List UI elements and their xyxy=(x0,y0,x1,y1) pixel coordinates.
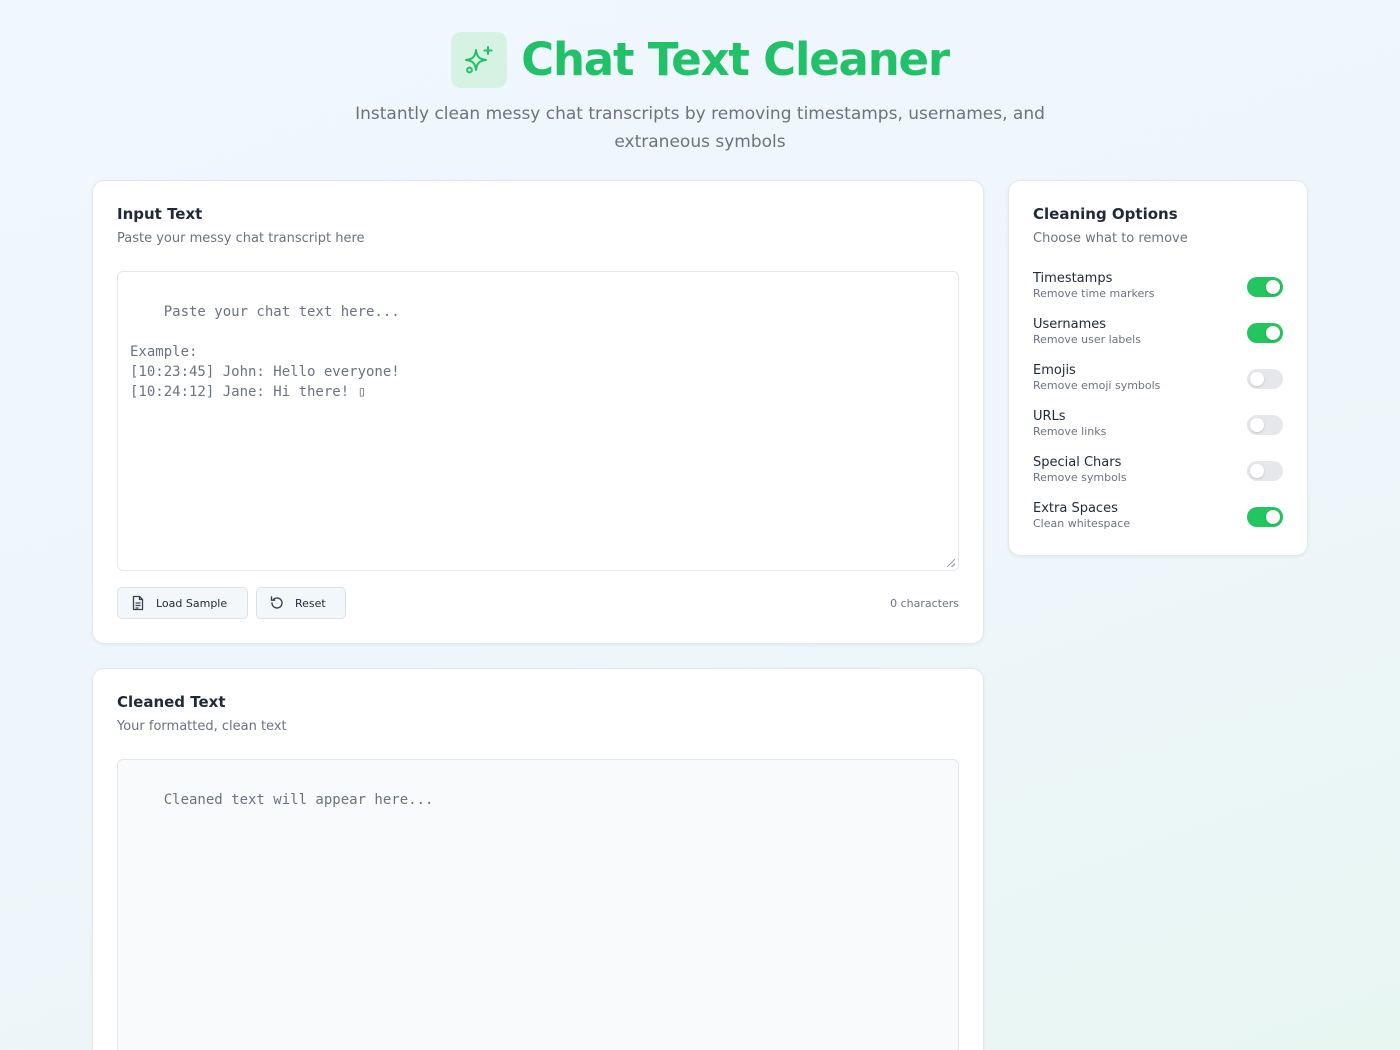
option-description: Remove user labels xyxy=(1033,333,1141,346)
toggle-timestamps[interactable] xyxy=(1247,277,1283,297)
app-subtitle: Instantly clean messy chat transcripts b… xyxy=(355,104,1045,152)
chat-input-placeholder: Paste your chat text here... Example: [1… xyxy=(130,304,400,400)
load-sample-button[interactable]: Load Sample xyxy=(117,587,248,619)
input-card-title: Input Text xyxy=(117,205,203,223)
toggle-knob xyxy=(1250,418,1264,432)
title-row: Chat Text Cleaner xyxy=(0,32,1400,88)
output-card-subtitle: Your formatted, clean text xyxy=(117,719,287,734)
option-label: Emojis xyxy=(1033,363,1076,378)
option-description: Remove symbols xyxy=(1033,471,1127,484)
output-card-title: Cleaned Text xyxy=(117,693,226,711)
load-sample-label: Load Sample xyxy=(156,596,228,610)
option-label: Usernames xyxy=(1033,317,1107,332)
reset-icon xyxy=(270,596,283,609)
document-icon xyxy=(132,595,144,611)
logo-badge xyxy=(451,32,508,88)
resize-handle[interactable] xyxy=(947,559,955,567)
input-card-subtitle: Paste your messy chat transcript here xyxy=(117,231,365,246)
page-header: Chat Text Cleaner Instantly clean messy … xyxy=(0,0,1400,170)
toggle-knob xyxy=(1266,280,1280,294)
app-title: Chat Text Cleaner xyxy=(521,33,950,86)
option-label: Timestamps xyxy=(1033,271,1113,286)
toggle-knob xyxy=(1250,464,1264,478)
options-subtitle: Choose what to remove xyxy=(1033,231,1188,246)
option-description: Clean whitespace xyxy=(1033,517,1131,530)
toggle-special-chars[interactable] xyxy=(1247,461,1283,481)
option-description: Remove emoji symbols xyxy=(1033,379,1161,392)
toggle-extra-spaces[interactable] xyxy=(1247,507,1283,527)
character-count: 0 characters xyxy=(890,597,959,610)
option-label: Extra Spaces xyxy=(1033,501,1118,516)
option-label: Special Chars xyxy=(1033,455,1122,470)
toggle-knob xyxy=(1250,372,1264,386)
option-description: Remove links xyxy=(1033,425,1107,438)
toggle-knob xyxy=(1266,326,1280,340)
option-description: Remove time markers xyxy=(1033,287,1155,300)
chat-input-textarea[interactable]: Paste your chat text here... Example: [1… xyxy=(117,271,959,571)
options-title: Cleaning Options xyxy=(1033,205,1178,223)
toggle-urls[interactable] xyxy=(1247,415,1283,435)
output-card: Cleaned Text Your formatted, clean text … xyxy=(92,668,984,1050)
toggle-emojis[interactable] xyxy=(1247,369,1283,389)
input-card: Input Text Paste your messy chat transcr… xyxy=(92,180,984,644)
reset-label: Reset xyxy=(295,596,326,610)
cleaning-options-card: Cleaning Options Choose what to remove T… xyxy=(1008,180,1308,556)
toggle-knob xyxy=(1266,510,1280,524)
cleaned-output-textarea[interactable]: Cleaned text will appear here... xyxy=(117,759,959,1050)
reset-button[interactable]: Reset xyxy=(256,587,346,619)
sparkles-icon xyxy=(465,46,493,74)
option-label: URLs xyxy=(1033,409,1066,424)
cleaned-output-placeholder: Cleaned text will appear here... xyxy=(163,792,434,808)
toggle-usernames[interactable] xyxy=(1247,323,1283,343)
